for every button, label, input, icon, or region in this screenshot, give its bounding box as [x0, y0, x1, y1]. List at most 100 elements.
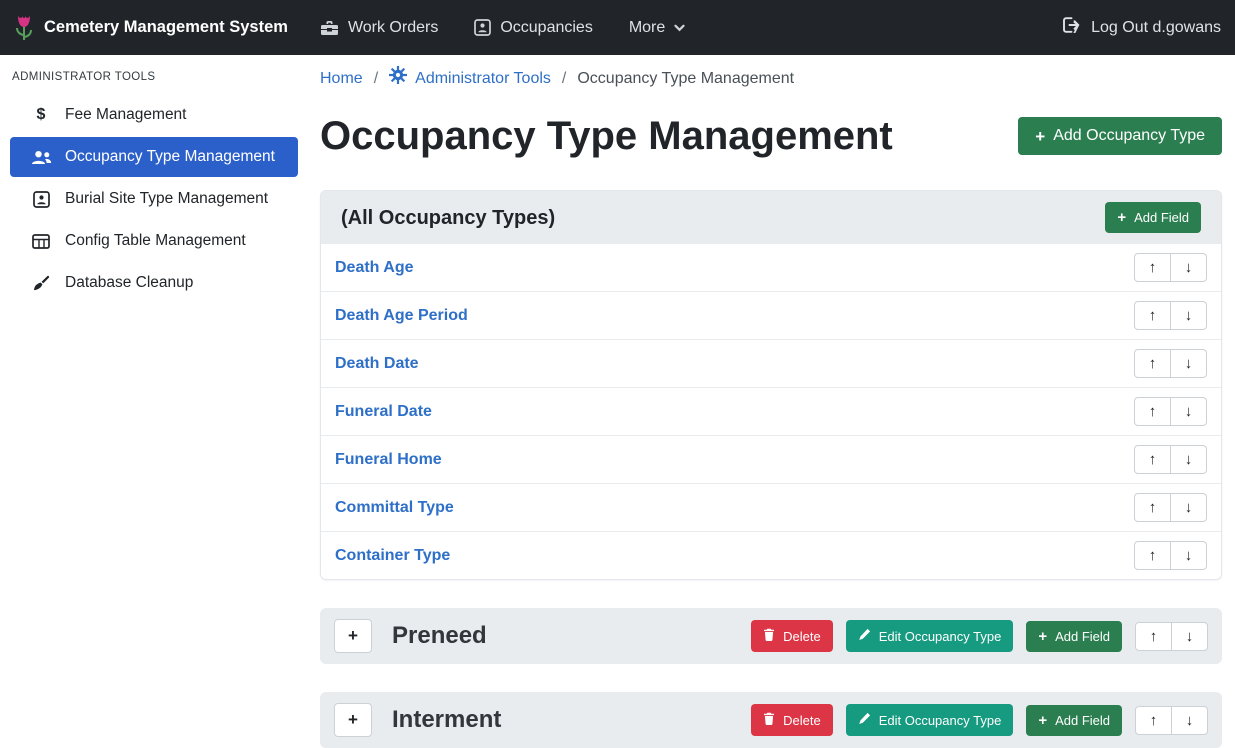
field-link[interactable]: Death Age Period [335, 307, 468, 325]
sidebar-item-database-cleanup[interactable]: Database Cleanup [10, 263, 298, 303]
arrow-up-icon: ↑ [1149, 356, 1157, 371]
move-down-button[interactable]: ↓ [1170, 445, 1207, 474]
occupancy-type-section-interment: + Interment Delete [320, 692, 1222, 748]
plus-icon: + [1038, 629, 1047, 644]
field-row: Funeral Date ↑ ↓ [321, 387, 1221, 435]
expand-button[interactable]: + [334, 703, 372, 737]
reorder-buttons: ↑ ↓ [1134, 541, 1207, 570]
section-name: Interment [392, 706, 501, 734]
add-occupancy-type-label: Add Occupancy Type [1053, 127, 1205, 145]
main-content: Home / [308, 55, 1235, 738]
logout-label: Log Out d.gowans [1091, 19, 1221, 37]
nav-occupancies[interactable]: Occupancies [474, 19, 593, 37]
move-up-button[interactable]: ↑ [1134, 493, 1171, 522]
add-field-label: Add Field [1055, 713, 1110, 728]
arrow-down-icon: ↓ [1185, 356, 1193, 371]
breadcrumb-admin-tools-link[interactable]: Administrator Tools [389, 66, 551, 92]
nav-more[interactable]: More [629, 19, 685, 37]
app-brand[interactable]: Cemetery Management System [14, 14, 288, 41]
move-up-button[interactable]: ↑ [1135, 622, 1172, 651]
field-link[interactable]: Container Type [335, 547, 450, 565]
move-down-button[interactable]: ↓ [1170, 541, 1207, 570]
edit-occupancy-type-button[interactable]: Edit Occupancy Type [846, 620, 1014, 652]
reorder-buttons: ↑ ↓ [1134, 493, 1207, 522]
field-row: Funeral Home ↑ ↓ [321, 435, 1221, 483]
move-down-button[interactable]: ↓ [1170, 349, 1207, 378]
move-down-button[interactable]: ↓ [1170, 397, 1207, 426]
logout-button[interactable]: Log Out d.gowans [1062, 17, 1221, 38]
move-up-button[interactable]: ↑ [1135, 706, 1172, 735]
dollar-icon: $ [30, 103, 52, 127]
arrow-up-icon: ↑ [1149, 308, 1157, 323]
field-row: Committal Type ↑ ↓ [321, 483, 1221, 531]
expand-button[interactable]: + [334, 619, 372, 653]
nav-work-orders[interactable]: Work Orders [320, 19, 438, 37]
field-link[interactable]: Death Age [335, 259, 414, 277]
section-actions: Delete Edit Occupancy Type + Add Field ↑ [751, 704, 1208, 736]
move-down-button[interactable]: ↓ [1170, 493, 1207, 522]
field-link[interactable]: Funeral Date [335, 403, 432, 421]
arrow-up-icon: ↑ [1150, 629, 1158, 644]
trash-icon [763, 628, 775, 644]
arrow-down-icon: ↓ [1185, 260, 1193, 275]
sidebar-item-label: Burial Site Type Management [65, 187, 268, 211]
person-frame-icon [30, 191, 52, 208]
add-field-button[interactable]: + Add Field [1026, 705, 1122, 736]
section-actions: Delete Edit Occupancy Type + Add Field ↑ [751, 620, 1208, 652]
move-down-button[interactable]: ↓ [1171, 622, 1208, 651]
field-link[interactable]: Death Date [335, 355, 419, 373]
arrow-down-icon: ↓ [1185, 452, 1193, 467]
add-field-button[interactable]: + Add Field [1026, 621, 1122, 652]
sidebar-item-occupancy-type-management[interactable]: Occupancy Type Management [10, 137, 298, 177]
sidebar-item-label: Fee Management [65, 103, 187, 127]
sidebar-item-label: Occupancy Type Management [65, 145, 275, 169]
arrow-down-icon: ↓ [1186, 713, 1194, 728]
plus-icon: + [348, 626, 358, 646]
sidebar-item-label: Config Table Management [65, 229, 246, 253]
plus-icon: + [348, 710, 358, 730]
field-row: Death Date ↑ ↓ [321, 339, 1221, 387]
breadcrumb-home-label: Home [320, 67, 363, 91]
field-link[interactable]: Funeral Home [335, 451, 442, 469]
sidebar-item-fee-management[interactable]: $ Fee Management [10, 95, 298, 135]
reorder-buttons: ↑ ↓ [1134, 253, 1207, 282]
move-down-button[interactable]: ↓ [1170, 301, 1207, 330]
move-up-button[interactable]: ↑ [1134, 349, 1171, 378]
edit-occupancy-type-button[interactable]: Edit Occupancy Type [846, 704, 1014, 736]
person-frame-icon [474, 19, 491, 36]
arrow-up-icon: ↑ [1149, 548, 1157, 563]
breadcrumb-home-link[interactable]: Home [320, 67, 363, 91]
sidebar-item-label: Database Cleanup [65, 271, 193, 295]
move-up-button[interactable]: ↑ [1134, 301, 1171, 330]
add-field-button[interactable]: + Add Field [1105, 202, 1201, 233]
sidebar-item-config-table-management[interactable]: Config Table Management [10, 221, 298, 261]
add-field-label: Add Field [1134, 210, 1189, 225]
arrow-down-icon: ↓ [1185, 404, 1193, 419]
sidebar-header: Administrator Tools [0, 65, 308, 93]
logout-icon [1062, 17, 1081, 38]
arrow-up-icon: ↑ [1149, 260, 1157, 275]
move-down-button[interactable]: ↓ [1171, 706, 1208, 735]
section-name: Preneed [392, 622, 487, 650]
plus-icon: + [1035, 128, 1045, 145]
move-up-button[interactable]: ↑ [1134, 541, 1171, 570]
nav-work-orders-label: Work Orders [348, 19, 438, 37]
arrow-up-icon: ↑ [1149, 500, 1157, 515]
move-up-button[interactable]: ↑ [1134, 253, 1171, 282]
field-link[interactable]: Committal Type [335, 499, 454, 517]
plus-icon: + [1117, 210, 1126, 225]
delete-button[interactable]: Delete [751, 704, 833, 736]
add-occupancy-type-button[interactable]: + Add Occupancy Type [1018, 117, 1222, 155]
all-types-title: (All Occupancy Types) [341, 203, 555, 233]
work-orders-icon [320, 20, 339, 36]
move-down-button[interactable]: ↓ [1170, 253, 1207, 282]
sidebar-item-burial-site-type-management[interactable]: Burial Site Type Management [10, 179, 298, 219]
tulip-logo-icon [14, 14, 34, 41]
delete-button[interactable]: Delete [751, 620, 833, 652]
primary-nav: Work Orders Occupancies More [320, 19, 685, 37]
breadcrumb-current: Occupancy Type Management [577, 67, 794, 91]
arrow-down-icon: ↓ [1186, 629, 1194, 644]
move-up-button[interactable]: ↑ [1134, 445, 1171, 474]
move-up-button[interactable]: ↑ [1134, 397, 1171, 426]
arrow-down-icon: ↓ [1185, 500, 1193, 515]
